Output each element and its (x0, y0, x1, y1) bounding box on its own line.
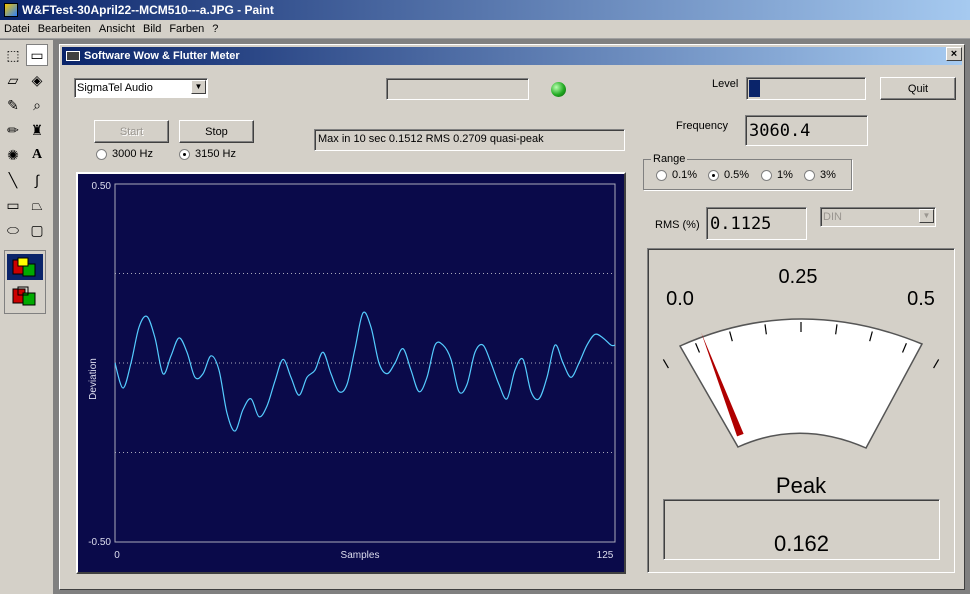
line-icon[interactable]: ╲ (2, 169, 24, 191)
freq-radio-3000[interactable]: 3000 Hz (96, 148, 153, 160)
free-select-icon[interactable]: ⬚ (2, 44, 24, 66)
meter-tick (662, 359, 669, 369)
curve-icon[interactable]: ∫ (26, 169, 48, 191)
freq-radio-label: 3000 Hz (112, 148, 153, 160)
window-system-icon[interactable] (66, 51, 80, 61)
weighting-select-value: DIN (823, 211, 842, 223)
window-title-bar: Software Wow & Flutter Meter (62, 47, 962, 65)
range-option-label: 3% (820, 169, 836, 181)
rms-label: RMS (%) (655, 219, 700, 231)
radio-icon (761, 169, 772, 181)
tool-options-panel (4, 250, 46, 314)
wow-flutter-window: Software Wow & Flutter Meter × SigmaTel … (59, 44, 969, 590)
meter-scale-mid: 0.25 (779, 266, 818, 288)
weighting-select[interactable]: DIN ▼ (820, 207, 936, 227)
paint-title-bar: W&FTest-30April22--MCM510---a.JPG - Pain… (0, 0, 970, 20)
rms-display: 0.1125 (706, 207, 807, 240)
analog-meter-panel: 0.0 0.25 0.5 Peak 0.162 (633, 248, 969, 573)
level-meter (746, 77, 866, 100)
status-led-icon (551, 82, 566, 97)
magnifier-icon[interactable]: ⌕ (26, 94, 48, 116)
text-icon[interactable]: A (26, 144, 48, 166)
eraser-icon[interactable]: ▱ (2, 69, 24, 91)
level-meter-fill (749, 80, 760, 97)
airbrush-icon[interactable]: ✺ (2, 144, 24, 166)
deviation-chart-panel: 0.50 -0.50 0 125 Samples Deviation (76, 172, 626, 574)
menu-ansicht[interactable]: Ansicht (97, 23, 141, 35)
close-button[interactable]: × (946, 47, 962, 61)
peak-label: Peak (776, 473, 827, 498)
start-button[interactable]: Start (94, 120, 169, 143)
freq-radio-label: 3150 Hz (195, 148, 236, 160)
paint-window-title: W&FTest-30April22--MCM510---a.JPG - Pain… (22, 3, 274, 17)
menu-farben[interactable]: Farben (167, 23, 210, 35)
polygon-icon[interactable]: ⏢ (26, 194, 48, 216)
radio-icon (96, 148, 107, 160)
status-readout: Max in 10 sec 0.1512 RMS 0.2709 quasi-pe… (314, 129, 625, 151)
deviation-chart: 0.50 -0.500 125 Samples Deviation (88, 181, 616, 561)
color-picker-icon[interactable]: ✎ (2, 94, 24, 116)
frequency-label: Frequency (676, 120, 728, 132)
chevron-down-icon[interactable]: ▼ (191, 80, 206, 94)
window-title: Software Wow & Flutter Meter (84, 50, 240, 62)
range-radio-0-1[interactable]: 0.1% (656, 169, 697, 181)
meter-face (678, 318, 924, 449)
chart-y-tick-label: 0.50 (92, 181, 112, 192)
menu-datei[interactable]: Datei (2, 23, 36, 35)
level-label: Level (712, 78, 739, 90)
range-option-label: 1% (777, 169, 793, 181)
chart-x-tick-label: 125 (597, 550, 614, 561)
frequency-display: 3060.4 (745, 115, 868, 146)
radio-icon (804, 169, 815, 181)
paint-toolbox: ⬚ ▭ ▱ ◈ ✎ ⌕ ✏ ♜ ✺ A ╲ ∫ ▭ ⏢ ⬭ ▢ (0, 40, 54, 594)
radio-selected-icon (179, 148, 190, 160)
radio-icon (656, 169, 667, 181)
meter-tick (933, 359, 940, 369)
meter-scale-right: 0.5 (907, 288, 935, 310)
fill-icon[interactable]: ◈ (26, 69, 48, 91)
device-select-value: SigmaTel Audio (77, 82, 153, 94)
rectangle-icon[interactable]: ▭ (2, 194, 24, 216)
opaque-option-icon[interactable] (7, 254, 43, 280)
paint-menu-bar: Datei Bearbeiten Ansicht Bild Farben ? (0, 20, 970, 39)
chart-x-axis-label: Samples (341, 550, 380, 561)
range-label: Range (651, 153, 688, 165)
range-radio-1[interactable]: 1% (761, 169, 793, 181)
signal-display (386, 78, 529, 100)
menu-bearbeiten[interactable]: Bearbeiten (36, 23, 97, 35)
deviation-series-line (114, 311, 616, 432)
transparent-option-icon[interactable] (7, 283, 43, 309)
range-radio-0-5[interactable]: 0.5% (708, 169, 749, 181)
brush-icon[interactable]: ♜ (26, 119, 48, 141)
rounded-rect-icon[interactable]: ▢ (26, 219, 48, 241)
stop-button[interactable]: Stop (179, 120, 254, 143)
range-option-label: 0.1% (672, 169, 698, 181)
range-option-label: 0.5% (724, 169, 750, 181)
meter-scale-left: 0.0 (666, 288, 694, 310)
quit-button[interactable]: Quit (880, 77, 956, 100)
chart-y-axis-label: Deviation (88, 358, 99, 400)
rect-select-icon[interactable]: ▭ (26, 44, 48, 66)
freq-radio-3150[interactable]: 3150 Hz (179, 148, 236, 160)
chart-y-tick-label: -0.50 (88, 537, 111, 548)
chart-x-tick-label: 0 (114, 550, 120, 561)
menu-help[interactable]: ? (210, 23, 224, 35)
device-select[interactable]: SigmaTel Audio ▼ (74, 78, 208, 98)
pencil-icon[interactable]: ✏ (2, 119, 24, 141)
radio-selected-icon (708, 169, 719, 181)
menu-bild[interactable]: Bild (141, 23, 167, 35)
peak-display: 0.162 (663, 499, 940, 560)
range-radio-3[interactable]: 3% (804, 169, 836, 181)
paint-app-icon (4, 3, 18, 17)
ellipse-icon[interactable]: ⬭ (2, 219, 24, 241)
chevron-down-icon[interactable]: ▼ (919, 209, 934, 223)
